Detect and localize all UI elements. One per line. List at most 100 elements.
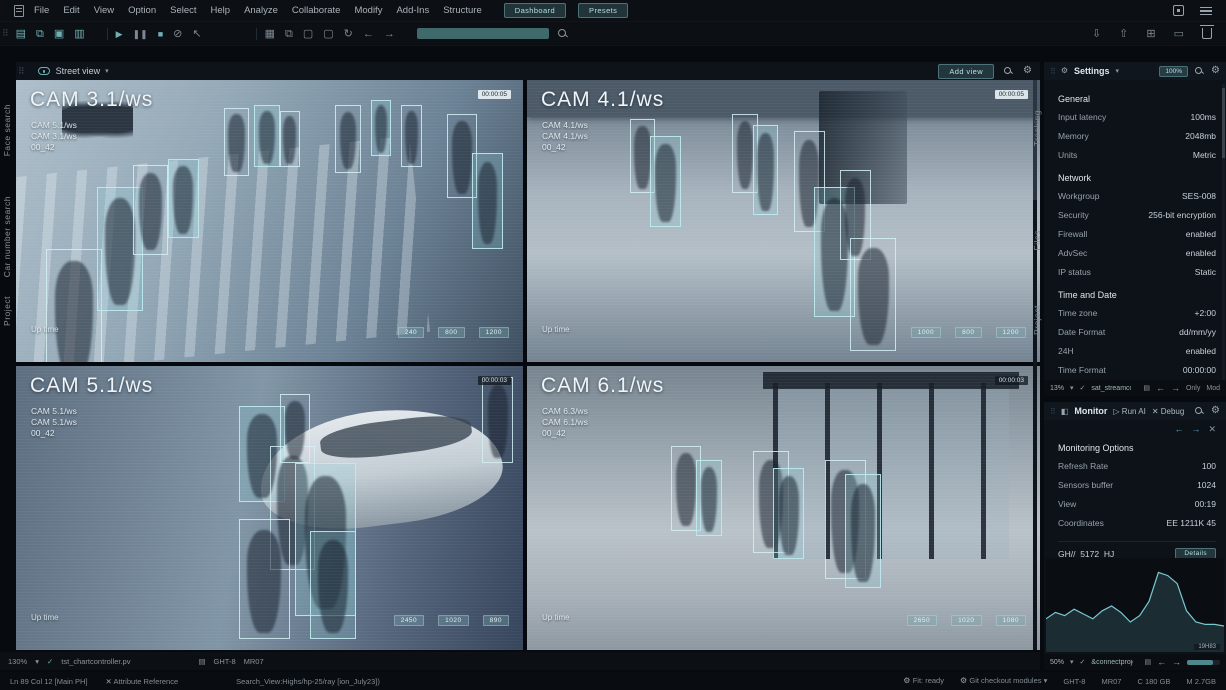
stack-icon[interactable]: ⧉ (285, 27, 293, 41)
gear-icon[interactable]: ⚙ (1023, 66, 1032, 76)
menu-item-structure[interactable]: Structure (443, 5, 482, 16)
list-icon[interactable]: ▤ (198, 657, 205, 666)
setting-value[interactable]: 2048mb (1185, 127, 1216, 146)
git-checkout[interactable]: Git checkout modules (969, 676, 1041, 685)
sidebar-item-face-search[interactable]: Face search (2, 104, 12, 156)
stop-icon[interactable]: ■ (158, 27, 163, 41)
camera-feed-cam6[interactable]: CAM 6.1/wsCAM 6.3/ws CAM 6.1/ws 00_42Up … (527, 366, 1040, 650)
sidebar-item-car-number-search[interactable]: Car number search (2, 196, 12, 277)
camera-chip[interactable]: 1200 (479, 327, 509, 338)
frame-icon[interactable]: ▢ (303, 27, 313, 41)
camera-chip[interactable]: 1080 (996, 615, 1026, 626)
back-arrow-icon[interactable]: ← (1157, 657, 1166, 667)
caret-down-icon[interactable]: ▾ (1044, 676, 1048, 685)
menu-item-add-ins[interactable]: Add-Ins (396, 5, 429, 16)
play-icon[interactable]: ▶ (116, 27, 123, 41)
camera-chip[interactable]: 1200 (996, 327, 1026, 338)
frame2-icon[interactable]: ▢ (323, 27, 333, 41)
close-icon[interactable]: ✕ (1208, 424, 1216, 435)
main-zoom-level[interactable]: 130% (8, 657, 27, 666)
panel-toggle-icon[interactable] (1173, 5, 1184, 16)
setting-value[interactable]: Metric (1193, 146, 1216, 165)
camera-chip[interactable]: 800 (955, 327, 981, 338)
option-value[interactable]: 100 (1202, 457, 1216, 476)
setting-value[interactable]: 256-bit encryption (1148, 206, 1216, 225)
forward-arrow-icon[interactable]: → (1172, 657, 1181, 667)
slash-circle-icon[interactable]: ⊘ (173, 27, 182, 41)
dashboard-button[interactable]: Dashboard (504, 3, 566, 18)
search-icon[interactable] (557, 28, 569, 40)
camera-chip[interactable]: 800 (438, 327, 464, 338)
chevron-down-icon[interactable]: ▾ (1116, 67, 1120, 75)
caret-down-icon[interactable]: ▾ (35, 657, 39, 666)
camera-chip[interactable]: 2650 (907, 615, 937, 626)
camera-chip[interactable]: 1020 (951, 615, 981, 626)
settings-zoom-level[interactable]: 13% (1050, 385, 1064, 392)
forward-arrow-icon[interactable]: → (1191, 424, 1200, 435)
menu-item-edit[interactable]: Edit (63, 5, 79, 16)
caret-down-icon[interactable]: ▾ (1070, 658, 1074, 666)
columns-icon[interactable]: ▥ (74, 27, 84, 41)
camera-chip[interactable]: 1020 (438, 615, 468, 626)
tab-street-view[interactable]: Street view (56, 66, 101, 76)
camera-feed-cam4[interactable]: CAM 4.1/wsCAM 4.1/ws CAM 4.1/ws 00_42Up … (527, 80, 1040, 362)
trash-icon[interactable] (1202, 28, 1212, 39)
back-arrow-icon[interactable]: ← (363, 27, 374, 41)
setting-value[interactable]: 00:00:00 (1183, 361, 1216, 380)
camera-chip[interactable]: 2450 (394, 615, 424, 626)
monitor-zoom-level[interactable]: 50% (1050, 659, 1064, 666)
debug-button[interactable]: ✕ Debug (1152, 407, 1185, 416)
board-icon[interactable]: ▣ (54, 27, 64, 41)
menu-item-select[interactable]: Select (170, 5, 196, 16)
option-value[interactable]: 00:19 (1195, 495, 1216, 514)
add-frame-icon[interactable]: ⊞ (1146, 27, 1155, 41)
run-ai-button[interactable]: ▷ Run AI (1113, 407, 1145, 416)
tab-files[interactable]: Files (1032, 230, 1042, 250)
open-file-name[interactable]: tst_chartcontroller.pv (61, 657, 130, 666)
setting-value[interactable]: +2:00 (1194, 304, 1216, 323)
rotate-icon[interactable]: ↻ (344, 27, 353, 41)
presets-button[interactable]: Presets (578, 3, 628, 18)
menu-item-file[interactable]: File (34, 5, 49, 16)
gear-icon[interactable]: ⚙ (1211, 66, 1220, 76)
frame-empty-icon[interactable]: ▭ (1174, 27, 1184, 41)
select-cursor-icon[interactable]: ↖ (192, 27, 201, 41)
toolbar-search-input[interactable] (417, 28, 549, 39)
menu-icon[interactable] (1200, 7, 1212, 15)
pause-icon[interactable]: ❚❚ (133, 27, 148, 41)
forward-arrow-icon[interactable]: → (1171, 383, 1180, 393)
back-arrow-icon[interactable]: ← (1174, 424, 1183, 435)
chevron-down-icon[interactable]: ▾ (105, 67, 109, 75)
sidebar-item-project[interactable]: Project (2, 296, 12, 326)
setting-value[interactable]: enabled (1186, 342, 1216, 361)
layers-icon[interactable]: ▤ (16, 27, 26, 41)
settings-scrollbar[interactable] (1222, 84, 1225, 384)
menu-item-analyze[interactable]: Analyze (244, 5, 278, 16)
tab-project[interactable]: Project (1032, 305, 1042, 335)
setting-value[interactable]: dd/mm/yy (1179, 323, 1216, 342)
gear-icon[interactable]: ⚙ (1211, 406, 1220, 416)
menu-item-view[interactable]: View (94, 5, 114, 16)
camera-chip[interactable]: 1000 (911, 327, 941, 338)
close-icon[interactable]: ✕ (106, 677, 114, 686)
search-icon[interactable] (1195, 407, 1204, 416)
copy-icon[interactable]: ⧉ (36, 27, 44, 41)
search-icon[interactable] (1004, 67, 1013, 76)
export-icon[interactable]: ⇧ (1119, 27, 1128, 41)
setting-value[interactable]: SES-008 (1182, 187, 1216, 206)
setting-value[interactable]: Static (1195, 263, 1216, 282)
menu-item-option[interactable]: Option (128, 5, 156, 16)
camera-chip[interactable]: 890 (483, 615, 509, 626)
setting-value[interactable]: enabled (1186, 225, 1216, 244)
camera-feed-cam5[interactable]: CAM 5.1/wsCAM 5.1/ws CAM 5.1/ws 00_42Up … (16, 366, 523, 650)
zoom-chip[interactable]: 100% (1159, 66, 1188, 77)
back-arrow-icon[interactable]: ← (1156, 383, 1165, 393)
search-icon[interactable] (1195, 67, 1204, 76)
setting-value[interactable]: enabled (1186, 244, 1216, 263)
option-value[interactable]: 1024 (1197, 476, 1216, 495)
tab-tracking[interactable]: Tracking (1032, 110, 1042, 146)
import-icon[interactable]: ⇩ (1092, 27, 1101, 41)
setting-value[interactable]: 100ms (1190, 108, 1216, 127)
menu-item-modify[interactable]: Modify (354, 5, 382, 16)
attribute-reference[interactable]: Attribute Reference (114, 677, 179, 686)
